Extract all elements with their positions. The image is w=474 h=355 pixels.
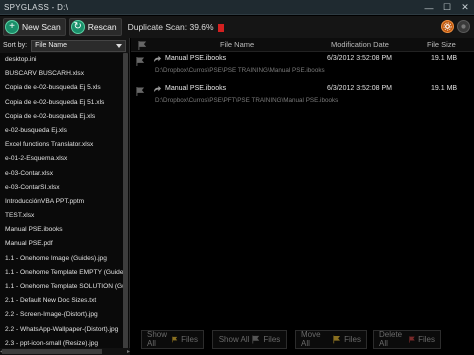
flag-icon[interactable] xyxy=(136,57,145,66)
show-all-unflagged-button[interactable]: Show All Files xyxy=(212,329,287,349)
duplicate-file-size: 19.1 MB xyxy=(431,55,458,62)
files-label: Files xyxy=(263,334,281,344)
red-flag-icon xyxy=(409,335,415,343)
list-item[interactable]: desktop.ini xyxy=(0,53,124,67)
list-item[interactable]: e-02-busqueda Ej.xls xyxy=(0,124,124,138)
delete-all-label: Delete All xyxy=(379,330,403,348)
list-item[interactable]: IntroducciónVBA PPT.pptm xyxy=(0,195,124,209)
column-headers: File Name Modification Date File Size xyxy=(131,38,474,52)
duplicate-file-date: 6/3/2012 3:52:08 PM xyxy=(327,85,392,92)
stop-scan-icon[interactable] xyxy=(217,23,224,32)
new-scan-button[interactable]: + New Scan xyxy=(3,18,66,36)
rescan-button[interactable]: ↻ Rescan xyxy=(68,18,122,36)
list-item[interactable]: 1.1 - Onehome Image (Guides).jpg xyxy=(0,252,124,266)
scan-status: Duplicate Scan: 39.6% xyxy=(128,22,224,32)
flag-icon xyxy=(138,41,147,50)
toolbar-right-buttons xyxy=(438,20,470,33)
yellow-flag-icon xyxy=(172,336,178,342)
duplicate-file-path: D:\Dropbox\Curros\PSE\PSE TRAINING\Manua… xyxy=(155,67,325,74)
redirect-arrow-icon xyxy=(153,85,162,93)
duplicates-panel: File Name Modification Date File Size Ma… xyxy=(131,38,474,355)
duplicate-file-date: 6/3/2012 3:52:08 PM xyxy=(327,55,392,62)
file-sidebar: Sort by: File Name desktop.ini BUSCARV B… xyxy=(0,38,130,355)
redirect-arrow-icon xyxy=(153,55,162,63)
files-label: Files xyxy=(418,334,435,344)
file-list: desktop.ini BUSCARV BUSCARH.xlsx Copia d… xyxy=(0,53,124,355)
sort-value: File Name xyxy=(35,42,68,49)
action-bar: Show All Files Show All Files Move All F… xyxy=(131,328,474,350)
list-item[interactable]: Manual PSE.pdf xyxy=(0,237,124,251)
show-all-label: Show All xyxy=(147,330,168,348)
rescan-label: Rescan xyxy=(87,22,117,32)
duplicate-row[interactable]: Manual PSE.ibooks 6/3/2012 3:52:08 PM 19… xyxy=(131,82,474,112)
sort-bar: Sort by: File Name xyxy=(0,38,129,53)
window-title: SPYGLASS - D:\ xyxy=(4,2,69,12)
chevron-down-icon xyxy=(116,43,123,48)
maximize-button[interactable]: ☐ xyxy=(438,0,456,15)
flag-icon xyxy=(252,335,260,343)
move-all-label: Move All xyxy=(301,330,321,348)
list-item[interactable]: 2.2 - Screen-Image-(Distort).jpg xyxy=(0,308,124,322)
sort-label: Sort by: xyxy=(3,42,28,49)
new-scan-label: New Scan xyxy=(22,22,61,32)
column-modification-date[interactable]: Modification Date xyxy=(331,40,389,49)
files-label: Files xyxy=(344,334,361,344)
close-button[interactable]: ✕ xyxy=(456,0,474,15)
minimize-button[interactable]: — xyxy=(420,0,438,15)
window-controls: — ☐ ✕ xyxy=(420,0,474,15)
delete-all-button[interactable]: Delete All Files xyxy=(373,329,441,349)
sort-select[interactable]: File Name xyxy=(31,39,127,52)
h-scrollbar-thumb[interactable] xyxy=(2,349,102,354)
title-bar: SPYGLASS - D:\ — ☐ ✕ xyxy=(0,0,474,15)
toolbar: + New Scan ↻ Rescan Duplicate Scan: 39.6… xyxy=(0,16,474,38)
list-item[interactable]: BUSCARV BUSCARH.xlsx xyxy=(0,67,124,81)
vertical-scrollbar[interactable] xyxy=(123,53,128,355)
rescan-icon: ↻ xyxy=(70,20,85,34)
flag-icon[interactable] xyxy=(136,87,145,96)
duplicate-file-size: 19.1 MB xyxy=(431,85,458,92)
column-file-name[interactable]: File Name xyxy=(220,40,254,49)
list-item[interactable]: Copia de e-02-busqueda Ej.xls xyxy=(0,110,124,124)
column-file-size[interactable]: File Size xyxy=(427,40,456,49)
show-all-label: Show All xyxy=(218,334,250,344)
list-item[interactable]: Excel functions Translator.xlsx xyxy=(0,138,124,152)
files-label: Files xyxy=(181,334,198,344)
list-item[interactable]: TEST.xlsx xyxy=(0,209,124,223)
duplicate-file-name: Manual PSE.ibooks xyxy=(165,55,227,62)
duplicate-file-path: D:\Dropbox\Curros\PSE\PFT\PSE TRAINING\M… xyxy=(155,97,339,104)
list-item[interactable]: Copia de e-02-busqueda Ej 51.xls xyxy=(0,96,124,110)
list-item[interactable]: 1.1 - Onehome Template SOLUTION (Guid xyxy=(0,280,124,294)
list-item[interactable]: 2.2 - WhatsApp-Wallpaper-(Distort).jpg xyxy=(0,323,124,337)
list-item[interactable]: 1.1 - Onehome Template EMPTY (Guides xyxy=(0,266,124,280)
yellow-flag-icon xyxy=(333,335,341,343)
scan-status-text: Duplicate Scan: 39.6% xyxy=(127,22,214,32)
duplicate-file-name: Manual PSE.ibooks xyxy=(165,85,227,92)
info-icon[interactable] xyxy=(457,20,470,33)
list-item[interactable]: 2.1 - Default New Doc Sizes.txt xyxy=(0,294,124,308)
settings-gear-icon[interactable] xyxy=(441,20,454,33)
horizontal-scrollbar[interactable]: ◂ ▸ xyxy=(0,348,130,355)
move-all-button[interactable]: Move All Files xyxy=(295,329,367,349)
list-item[interactable]: Manual PSE.ibooks xyxy=(0,223,124,237)
list-item[interactable]: e-03-Contar.xlsx xyxy=(0,167,124,181)
plus-icon: + xyxy=(5,20,19,34)
show-all-flagged-button[interactable]: Show All Files xyxy=(141,329,204,349)
scroll-right-icon[interactable]: ▸ xyxy=(127,348,130,355)
list-item[interactable]: e-03-ContarSI.xlsx xyxy=(0,181,124,195)
duplicate-row[interactable]: Manual PSE.ibooks 6/3/2012 3:52:08 PM 19… xyxy=(131,52,474,82)
list-item[interactable]: Copia de e-02-busqueda Ej 5.xls xyxy=(0,81,124,95)
scrollbar-thumb[interactable] xyxy=(123,53,128,353)
list-item[interactable]: e-01-2-Esquema.xlsx xyxy=(0,152,124,166)
